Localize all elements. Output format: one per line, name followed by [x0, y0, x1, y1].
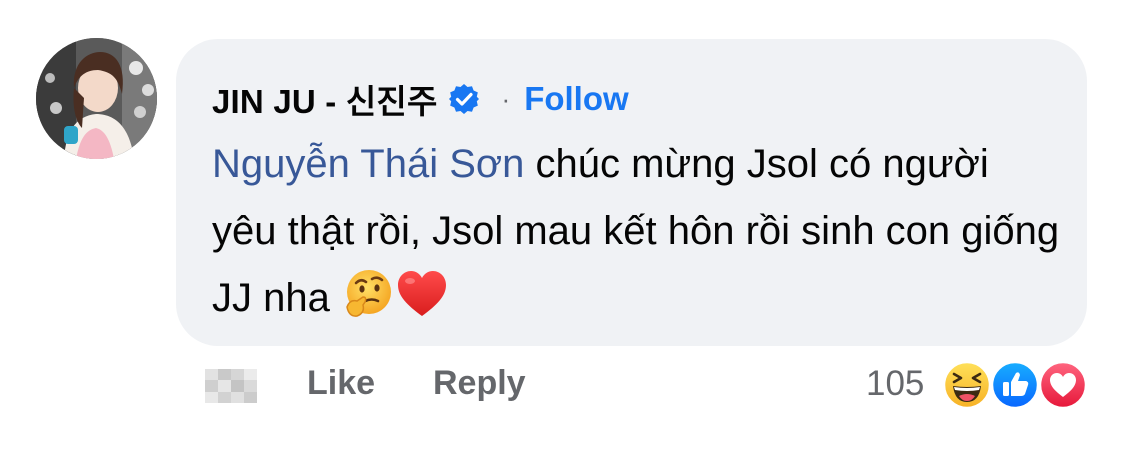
like-button[interactable]: Like	[307, 364, 375, 403]
comment-actions: Like Reply 105	[0, 356, 1125, 416]
profile-photo	[36, 38, 157, 159]
red-heart-icon	[395, 267, 449, 321]
haha-reaction-icon	[942, 360, 992, 410]
reply-button[interactable]: Reply	[433, 364, 526, 403]
love-reaction-icon	[1038, 360, 1088, 410]
verified-badge-icon	[448, 83, 480, 115]
like-reaction-icon	[990, 360, 1040, 410]
author-name[interactable]: JIN JU - 신진주	[212, 75, 438, 123]
blurred-timestamp	[205, 369, 257, 403]
avatar[interactable]	[36, 38, 157, 159]
reaction-count[interactable]: 105	[866, 364, 924, 404]
thinking-face-icon	[341, 267, 395, 321]
follow-button[interactable]: Follow	[524, 80, 628, 118]
reaction-icons[interactable]	[942, 360, 1092, 412]
mention-link[interactable]: Nguyễn Thái Sơn	[212, 142, 524, 186]
comment-text: Nguyễn Thái Sơn chúc mừng Jsol có người …	[212, 131, 1062, 332]
comment-bubble: JIN JU - 신진주 · Follow Nguyễn Thái Sơn ch…	[176, 39, 1087, 346]
comment-header: JIN JU - 신진주 · Follow	[212, 79, 629, 120]
separator-dot: ·	[501, 83, 511, 114]
